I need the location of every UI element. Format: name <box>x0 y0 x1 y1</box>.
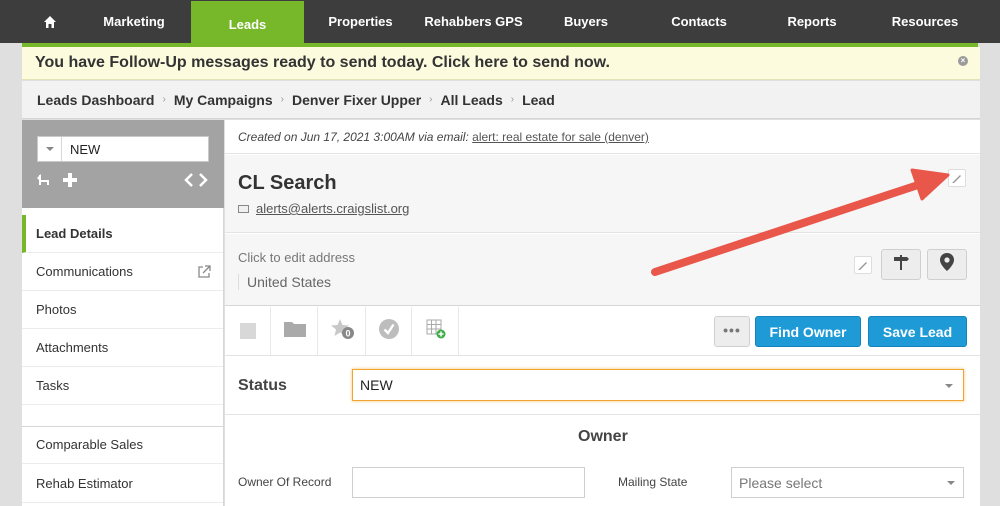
nav-marketing[interactable]: Marketing <box>77 0 191 43</box>
chevron-down-icon <box>945 384 953 388</box>
sidebar-item-lead-details[interactable]: Lead Details <box>22 215 223 253</box>
sidebar-item-photos[interactable]: Photos <box>22 291 223 329</box>
chevron-down-icon[interactable] <box>38 137 62 161</box>
checkbox-icon <box>239 323 256 339</box>
sidebar-item-label: Lead Details <box>36 226 113 241</box>
address-country: United States <box>238 274 331 290</box>
lead-main-panel: Created on Jun 17, 2021 3:00AM via email… <box>225 120 980 506</box>
complete-button[interactable] <box>366 307 412 355</box>
map-button[interactable] <box>927 249 967 280</box>
owner-of-record-label: Owner Of Record <box>238 475 332 489</box>
sidebar-status-value: NEW <box>70 142 101 157</box>
lead-header: CL Search alerts@alerts.craigslist.org <box>225 155 980 233</box>
status-value: NEW <box>360 377 393 393</box>
chevron-right-icon: › <box>510 94 515 105</box>
sidebar: NEW Lead Details Communications Photos A… <box>22 120 224 506</box>
lead-email: alerts@alerts.craigslist.org <box>238 201 409 216</box>
save-lead-button[interactable]: Save Lead <box>868 316 967 347</box>
sidebar-item-tasks[interactable]: Tasks <box>22 367 223 405</box>
lead-title: CL Search <box>238 172 337 194</box>
nav-home[interactable] <box>22 0 77 43</box>
mail-icon <box>238 204 249 213</box>
mailing-state-label: Mailing State <box>618 475 688 489</box>
nav-leads[interactable]: Leads <box>191 1 304 47</box>
add-to-list-button[interactable] <box>413 307 459 355</box>
owner-section-title: Owner <box>578 428 628 445</box>
code-arrows-icon[interactable] <box>183 172 209 193</box>
folder-icon <box>283 320 306 342</box>
breadcrumb-lead: Lead <box>522 91 555 108</box>
address-section[interactable]: Click to edit address United States <box>225 234 980 306</box>
chevron-right-icon: › <box>429 94 433 105</box>
follow-up-banner[interactable]: You have Follow-Up messages ready to sen… <box>22 47 980 80</box>
created-info: Created on Jun 17, 2021 3:00AM via email… <box>225 120 980 154</box>
sidebar-item-comparable-sales[interactable]: Comparable Sales <box>22 426 223 464</box>
created-source-link[interactable]: alert: real estate for sale (denver) <box>472 130 649 144</box>
nav-buyers[interactable]: Buyers <box>530 0 642 43</box>
status-label: Status <box>238 377 287 394</box>
add-icon[interactable] <box>62 172 78 193</box>
edit-lead-button[interactable] <box>948 169 966 187</box>
svg-text:0: 0 <box>345 328 350 338</box>
owner-of-record-input[interactable] <box>352 467 585 498</box>
mailing-state-select[interactable]: Please select <box>731 467 964 498</box>
find-owner-button[interactable]: Find Owner <box>755 316 861 347</box>
status-row: Status NEW <box>225 357 980 415</box>
rating-button[interactable]: 0 <box>320 307 366 355</box>
top-nav: Marketing Leads Properties Rehabbers GPS… <box>0 0 1000 47</box>
more-options-button[interactable]: ••• <box>714 316 750 347</box>
select-checkbox[interactable] <box>225 307 271 355</box>
signpost-icon <box>892 253 910 276</box>
nav-reports[interactable]: Reports <box>756 0 868 43</box>
nav-rehabbers-gps[interactable]: Rehabbers GPS <box>417 0 530 43</box>
home-icon <box>43 15 56 28</box>
sidebar-item-label: Comparable Sales <box>36 437 143 452</box>
created-text: Created on Jun 17, 2021 3:00AM via email… <box>238 130 469 144</box>
sidebar-item-communications[interactable]: Communications <box>22 253 223 291</box>
directions-button[interactable] <box>881 249 921 280</box>
close-icon[interactable]: × <box>958 56 968 66</box>
grid-add-icon <box>426 319 446 344</box>
banner-text[interactable]: You have Follow-Up messages ready to sen… <box>35 54 610 72</box>
sidebar-header: NEW <box>22 120 224 208</box>
checkmark-circle-icon <box>378 318 399 344</box>
sidebar-status-select[interactable]: NEW <box>37 136 209 162</box>
chevron-right-icon: › <box>280 94 284 105</box>
chevron-down-icon <box>947 481 955 485</box>
sidebar-item-attachments[interactable]: Attachments <box>22 329 223 367</box>
map-pin-icon <box>940 253 954 276</box>
undo-icon[interactable] <box>37 172 53 193</box>
nav-resources[interactable]: Resources <box>868 0 982 43</box>
sidebar-item-label: Communications <box>36 264 133 279</box>
breadcrumb-all-leads[interactable]: All Leads <box>441 92 503 108</box>
breadcrumb-leads-dashboard[interactable]: Leads Dashboard <box>37 92 154 108</box>
breadcrumb-campaign[interactable]: Denver Fixer Upper <box>292 92 421 108</box>
nav-properties[interactable]: Properties <box>304 0 417 43</box>
nav-contacts[interactable]: Contacts <box>642 0 756 43</box>
sidebar-item-label: Rehab Estimator <box>36 476 133 491</box>
breadcrumb: Leads Dashboard › My Campaigns › Denver … <box>22 81 980 119</box>
status-select[interactable]: NEW <box>352 369 964 401</box>
lead-toolbar: 0 ••• Find Owner Save Lead <box>225 307 980 356</box>
chevron-right-icon: › <box>162 94 166 105</box>
folder-button[interactable] <box>272 307 318 355</box>
breadcrumb-my-campaigns[interactable]: My Campaigns <box>174 92 273 108</box>
external-link-icon[interactable] <box>197 265 211 279</box>
edit-address-prompt[interactable]: Click to edit address <box>238 250 355 265</box>
sidebar-item-label: Tasks <box>36 378 70 393</box>
lead-email-link[interactable]: alerts@alerts.craigslist.org <box>256 201 409 216</box>
sidebar-item-label: Photos <box>36 302 77 317</box>
sidebar-item-rehab-estimator[interactable]: Rehab Estimator <box>22 465 223 503</box>
sidebar-item-label: Attachments <box>36 340 109 355</box>
mailing-state-placeholder: Please select <box>739 475 823 491</box>
edit-address-button[interactable] <box>854 256 872 274</box>
star-rating-icon: 0 <box>330 318 355 345</box>
